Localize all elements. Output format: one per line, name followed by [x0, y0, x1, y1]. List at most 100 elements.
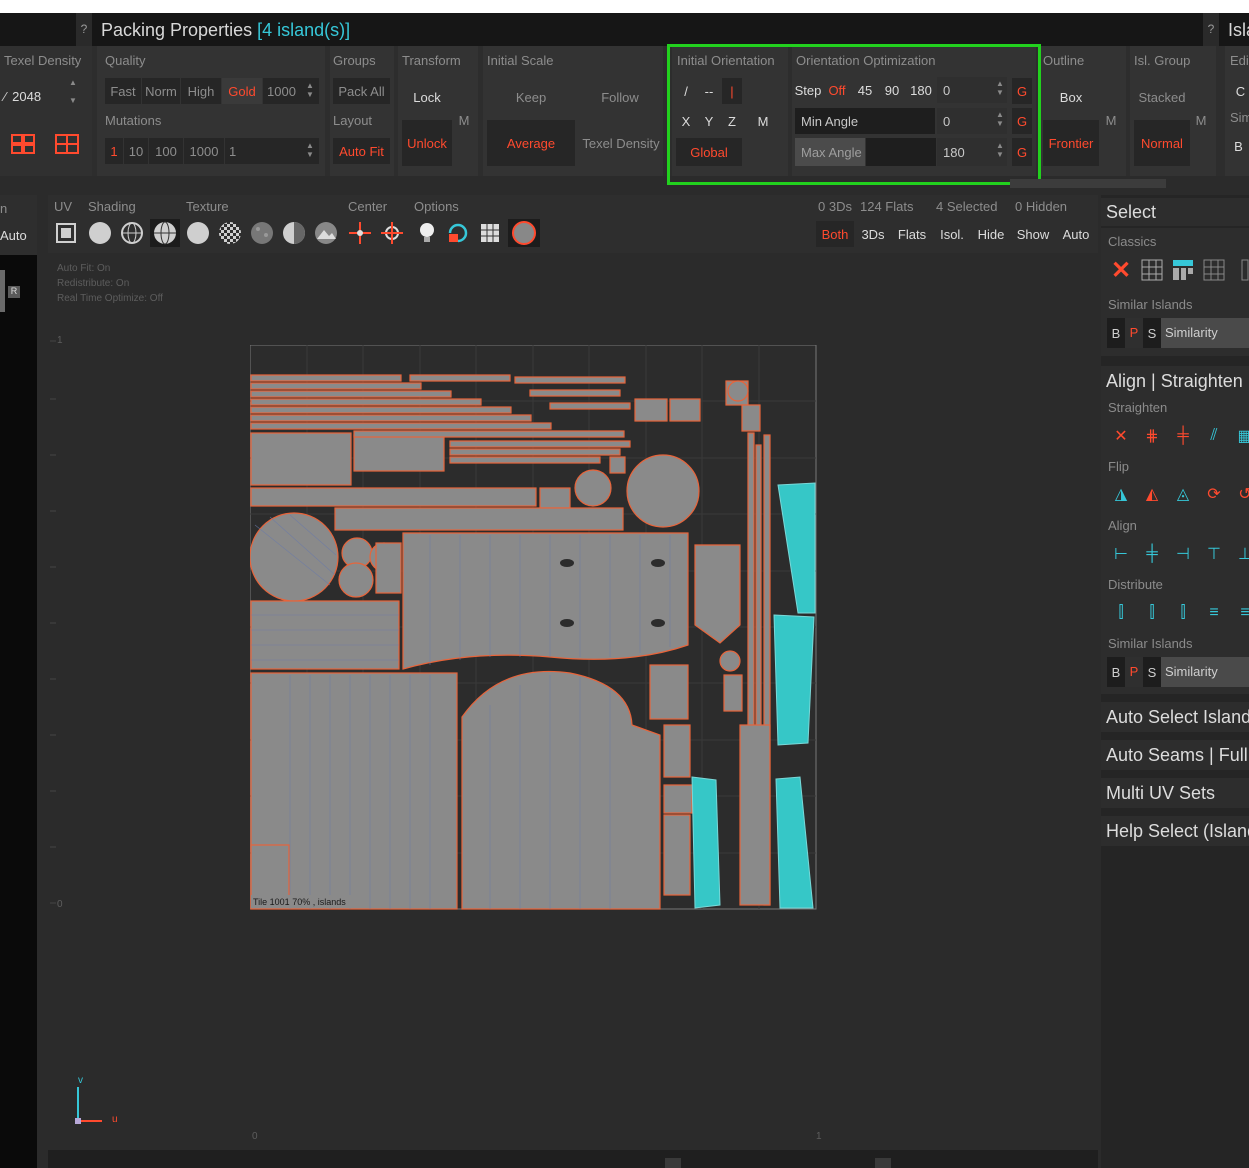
select-more-icon[interactable] [1232, 258, 1249, 282]
unlock-button[interactable]: Unlock [402, 120, 452, 166]
align-center-icon[interactable]: ╪ [1139, 542, 1165, 566]
background-color-icon[interactable] [508, 219, 540, 247]
select-all-icon[interactable] [1139, 258, 1165, 282]
similar2-p-button[interactable]: P [1125, 657, 1143, 687]
quality-fast[interactable]: Fast [105, 78, 141, 104]
select-grid-icon[interactable] [1201, 258, 1227, 282]
center-target-icon[interactable] [378, 219, 406, 247]
lock-button[interactable]: Lock [402, 80, 452, 114]
texture-dots-icon[interactable] [248, 219, 276, 247]
distribute-more-icon[interactable]: ≡ [1232, 601, 1249, 625]
right-stub-c[interactable]: C [1232, 78, 1249, 104]
transform-m-button[interactable]: M [455, 110, 473, 130]
shading-solid-wire-icon[interactable] [150, 219, 180, 247]
align-right-icon[interactable]: ⊣ [1170, 542, 1196, 566]
right-stub-b[interactable]: B [1230, 134, 1247, 158]
select-header[interactable]: Select [1101, 198, 1249, 226]
pack-all-button[interactable]: Pack All [333, 78, 390, 104]
scale-keep-button[interactable]: Keep [487, 80, 575, 114]
texture-none-icon[interactable] [184, 219, 212, 247]
auto-fit-button[interactable]: Auto Fit [333, 138, 390, 164]
filter-show[interactable]: Show [1011, 221, 1055, 247]
distribute-h3-icon[interactable]: ⫿ [1170, 601, 1196, 625]
align-left-icon[interactable]: ⊢ [1108, 542, 1134, 566]
auto-seams-header[interactable]: Auto Seams | Full [1101, 740, 1249, 770]
similarity-2-button[interactable]: Similarity [1161, 657, 1249, 687]
align-straighten-header[interactable]: Align | Straighten | [1101, 366, 1249, 396]
filter-hide[interactable]: Hide [972, 221, 1010, 247]
texture-checker-icon[interactable] [216, 219, 244, 247]
mutations-1000[interactable]: 1000 [184, 138, 224, 164]
select-invert-icon[interactable] [1170, 258, 1196, 282]
help-button-left[interactable]: ? [76, 13, 92, 46]
multi-uv-sets-header[interactable]: Multi UV Sets [1101, 778, 1249, 808]
help-select-header[interactable]: Help Select (Island [1101, 816, 1249, 846]
filter-both[interactable]: Both [816, 221, 854, 247]
filter-auto[interactable]: Auto [1056, 221, 1096, 247]
shading-wire-icon[interactable] [118, 219, 146, 247]
similar-p-button[interactable]: P [1125, 318, 1143, 348]
left-mini-buttons[interactable] [0, 270, 5, 312]
light-bulb-icon[interactable] [414, 219, 440, 247]
bottom-left-handle[interactable] [665, 1158, 681, 1168]
outline-frontier-button[interactable]: Frontier [1043, 120, 1099, 166]
flip-vertical-icon[interactable]: ◭ [1139, 482, 1165, 506]
texel-density-stepper[interactable]: ▲ ▼ [68, 78, 78, 105]
filter-3ds[interactable]: 3Ds [855, 221, 891, 247]
flip-mirror-icon[interactable]: ◬ [1170, 482, 1196, 506]
uv-viewport[interactable]: Auto Fit: On Redistribute: On Real Time … [48, 253, 1098, 1150]
isl-group-m-button[interactable]: M [1192, 110, 1210, 130]
center-pivot-icon[interactable] [346, 219, 374, 247]
shading-flat-icon[interactable] [86, 219, 114, 247]
outline-m-button[interactable]: M [1102, 110, 1120, 130]
filter-isol[interactable]: Isol. [933, 221, 971, 247]
rotate-ccw-icon[interactable]: ↺ [1232, 482, 1249, 506]
distribute-h-icon[interactable]: ⫿ [1108, 601, 1134, 625]
auto-refresh-icon[interactable] [444, 219, 472, 247]
scale-follow-button[interactable]: Follow [578, 80, 662, 114]
straighten-grid-icon[interactable]: ▦ [1232, 424, 1249, 448]
left-r-button[interactable]: R [8, 286, 20, 298]
similar2-b-button[interactable]: B [1107, 665, 1125, 680]
isl-group-stacked-button[interactable]: Stacked [1134, 80, 1190, 114]
quality-stepper[interactable]: ▲ ▼ [305, 81, 315, 99]
distribute-v-icon[interactable]: ≡ [1201, 601, 1227, 625]
align-top-icon[interactable]: ⊤ [1201, 542, 1227, 566]
left-panel-auto-button[interactable]: Auto [0, 223, 33, 247]
quality-high[interactable]: High [181, 78, 221, 104]
distribute-h2-icon[interactable]: ⫿ [1139, 601, 1165, 625]
outline-box-button[interactable]: Box [1043, 80, 1099, 114]
align-bottom-icon[interactable]: ⊥ [1232, 542, 1249, 566]
straighten-diagonal-icon[interactable]: ⫽ [1201, 424, 1227, 448]
scale-texel-density-button[interactable]: Texel Density [578, 120, 664, 166]
mutations-10[interactable]: 10 [124, 138, 148, 164]
quality-norm[interactable]: Norm [142, 78, 180, 104]
pack-selection-icon[interactable] [52, 132, 82, 156]
texture-image-icon[interactable] [312, 219, 340, 247]
quality-gold[interactable]: Gold [222, 78, 262, 104]
mutations-100[interactable]: 100 [149, 138, 183, 164]
frame-all-icon[interactable] [52, 219, 80, 247]
eyedropper-icon[interactable]: ⁄ [4, 89, 6, 104]
deselect-x-icon[interactable]: ✕ [1108, 257, 1134, 284]
rotate-icon[interactable]: ⟳ [1201, 482, 1227, 506]
mutations-stepper[interactable]: ▲ ▼ [305, 141, 315, 159]
flip-horizontal-icon[interactable]: ◮ [1108, 482, 1134, 506]
pack-islands-icon[interactable] [8, 132, 40, 156]
help-button-right[interactable]: ? [1203, 13, 1219, 46]
scale-average-button[interactable]: Average [487, 120, 575, 166]
grid-icon[interactable] [476, 219, 504, 247]
similar2-s-button[interactable]: S [1143, 665, 1161, 680]
similar-s-button[interactable]: S [1143, 326, 1161, 341]
mutations-1[interactable]: 1 [105, 138, 123, 164]
straighten-auto-icon[interactable]: ✕ [1108, 424, 1134, 448]
straighten-horizontal-icon[interactable]: ╪ [1170, 424, 1196, 448]
straighten-vertical-icon[interactable]: ⋕ [1139, 424, 1165, 448]
filter-flats[interactable]: Flats [892, 221, 932, 247]
similar-b-button[interactable]: B [1107, 326, 1125, 341]
texture-gradient-icon[interactable] [280, 219, 308, 247]
texel-density-field[interactable]: ⁄ 2048 [4, 84, 64, 108]
auto-select-island-header[interactable]: Auto Select Island [1101, 702, 1249, 732]
uv-tile[interactable]: Tile 1001 70% , islands [250, 345, 818, 911]
toolbar-scrollbar[interactable] [1010, 179, 1166, 188]
